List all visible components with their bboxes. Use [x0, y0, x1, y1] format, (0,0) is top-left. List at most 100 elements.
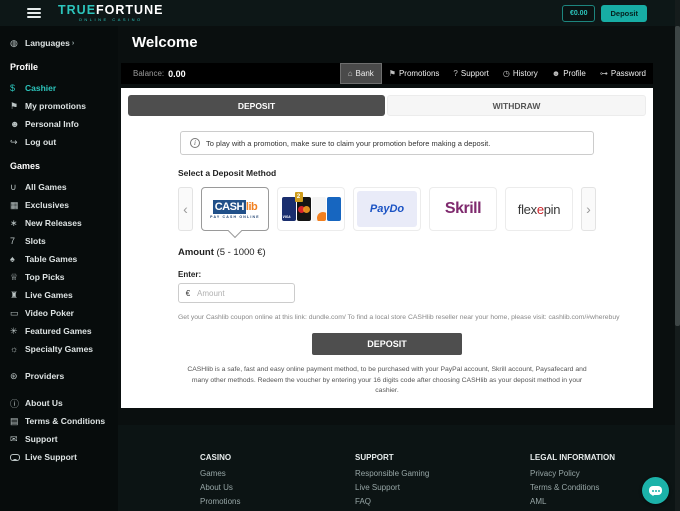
- sidebar-item-terms[interactable]: ▤ Terms & Conditions: [0, 412, 118, 430]
- footer-column-casino: CASINO Games About Us Promotions: [200, 425, 355, 511]
- sidebar-section-games: Games: [0, 161, 118, 175]
- amount-label: Amount: [178, 247, 214, 258]
- footer-link-games[interactable]: Games: [200, 469, 355, 480]
- balance-value: 0.00: [168, 69, 186, 79]
- tab-history[interactable]: ◷ History: [496, 63, 545, 84]
- globe-icon: ◍: [10, 38, 25, 49]
- sidebar-item-live-games[interactable]: ♜ Live Games: [0, 286, 118, 304]
- sidebar-item-cashier[interactable]: $ Cashier: [0, 79, 118, 97]
- tab-support[interactable]: ? Support: [446, 63, 495, 84]
- crown-icon: ♕: [10, 272, 25, 283]
- brand-logo[interactable]: TRUEFORTUNE ONLINE CASINO: [58, 4, 163, 23]
- tab-profile[interactable]: ☻ Profile: [545, 63, 593, 84]
- tab-promotions[interactable]: ⚑ Promotions: [382, 63, 447, 84]
- visa-card-icon: VISA: [282, 197, 296, 221]
- sidebar-item-top-picks[interactable]: ♕ Top Picks: [0, 268, 118, 286]
- credit-cards-logo: VISA 2: [282, 197, 341, 221]
- tab-deposit[interactable]: DEPOSIT: [128, 95, 385, 116]
- sidebar-item-my-promotions[interactable]: ⚑ My promotions: [0, 97, 118, 115]
- clock-icon: ◷: [503, 69, 510, 78]
- footer-heading: SUPPORT: [355, 453, 530, 462]
- sidebar-item-support[interactable]: ✉ Support: [0, 430, 118, 448]
- amount-input[interactable]: [197, 289, 294, 298]
- sidebar-item-about-us[interactable]: ⓘ About Us: [0, 394, 118, 412]
- key-icon: ⊶: [600, 69, 608, 78]
- footer-link-faq[interactable]: FAQ: [355, 497, 530, 508]
- brand-secondary: FORTUNE: [96, 3, 163, 17]
- megaphone-icon: ⚑: [10, 101, 25, 112]
- tab-withdraw[interactable]: WITHDRAW: [387, 95, 646, 116]
- brand-primary: TRUE: [58, 3, 96, 17]
- footer-link-about-us[interactable]: About Us: [200, 483, 355, 494]
- hamburger-menu-icon[interactable]: [27, 6, 41, 20]
- top-bar: TRUEFORTUNE ONLINE CASINO €0.00 Deposit: [0, 0, 680, 26]
- sidebar-item-specialty-games[interactable]: ☼ Specialty Games: [0, 340, 118, 358]
- sparkle-icon: ∗: [10, 218, 25, 229]
- sidebar-item-video-poker[interactable]: ▭ Video Poker: [0, 304, 118, 322]
- sun-icon: ☼: [10, 344, 25, 354]
- chat-bubble-icon: [649, 486, 662, 495]
- footer-heading: CASINO: [200, 453, 355, 462]
- cashier-panel: DEPOSIT WITHDRAW i To play with a promot…: [121, 88, 653, 408]
- horseshoe-icon: ∪: [10, 182, 25, 193]
- sidebar-item-all-games[interactable]: ∪ All Games: [0, 178, 118, 196]
- deposit-topbar-button[interactable]: Deposit: [601, 5, 647, 22]
- footer-link-responsible-gaming[interactable]: Responsible Gaming: [355, 469, 530, 480]
- sidebar-item-personal-info[interactable]: ☻ Personal Info: [0, 115, 118, 133]
- balance-button[interactable]: €0.00: [562, 5, 596, 22]
- sidebar-item-new-releases[interactable]: ∗ New Releases: [0, 214, 118, 232]
- logout-icon: ↪: [10, 137, 25, 148]
- sidebar-item-live-support[interactable]: Live Support: [0, 448, 118, 466]
- brand-tagline: ONLINE CASINO: [58, 18, 163, 22]
- footer-link-live-support[interactable]: Live Support: [355, 483, 530, 494]
- document-icon: ▤: [10, 416, 25, 427]
- bank-icon: ⌂: [348, 69, 353, 78]
- sidebar-item-featured-games[interactable]: ✳ Featured Games: [0, 322, 118, 340]
- envelope-icon: ✉: [10, 434, 25, 445]
- person-icon: ☻: [10, 119, 25, 129]
- amount-input-group: €: [178, 283, 295, 303]
- method-description: CASHlib is a safe, fast and easy online …: [180, 365, 594, 397]
- sidebar-item-providers[interactable]: ⊛ Providers: [0, 367, 118, 385]
- payment-method-flexepin[interactable]: flexepin: [505, 187, 573, 231]
- sidebar-item-slots[interactable]: 7 Slots: [0, 232, 118, 250]
- megaphone-icon: ⚑: [389, 69, 396, 78]
- sidebar-item-exclusives[interactable]: ▦ Exclusives: [0, 196, 118, 214]
- sidebar-item-log-out[interactable]: ↪ Log out: [0, 133, 118, 151]
- cashier-nav-bar: Balance: 0.00 ⌂ Bank ⚑ Promotions ? Supp…: [121, 63, 653, 84]
- cashlib-logo: CASHlib PAY CASH ONLINE: [210, 198, 260, 220]
- footer-link-privacy-policy[interactable]: Privacy Policy: [530, 469, 615, 480]
- amount-heading: Amount (5 - 1000 €): [178, 247, 653, 258]
- footer-link-aml[interactable]: AML: [530, 497, 615, 508]
- card-suit-icon: ♠: [10, 254, 25, 264]
- carousel-right-arrow-icon[interactable]: ›: [581, 187, 596, 231]
- select-method-label: Select a Deposit Method: [178, 168, 653, 178]
- payment-method-skrill[interactable]: Skrill: [429, 187, 497, 231]
- chevron-right-icon: ›: [72, 40, 74, 47]
- live-chat-button[interactable]: [642, 477, 669, 504]
- info-icon: i: [190, 138, 200, 148]
- enter-label: Enter:: [178, 270, 653, 279]
- deposit-submit-button[interactable]: DEPOSIT: [312, 333, 462, 355]
- sidebar-item-table-games[interactable]: ♠ Table Games: [0, 250, 118, 268]
- carousel-left-arrow-icon[interactable]: ‹: [178, 187, 193, 231]
- payment-method-carousel: ‹ CASHlib PAY CASH ONLINE VISA 2 PayD: [178, 184, 653, 234]
- bank-card-icon: [327, 197, 341, 221]
- balance-label: Balance:: [133, 69, 164, 78]
- tab-bank[interactable]: ⌂ Bank: [340, 63, 382, 84]
- sidebar-item-languages[interactable]: ◍ Languages ›: [0, 34, 118, 52]
- footer-link-promotions[interactable]: Promotions: [200, 497, 355, 508]
- badge-icon: ✳: [10, 326, 25, 337]
- skrill-logo: Skrill: [445, 200, 481, 218]
- tab-password[interactable]: ⊶ Password: [593, 63, 653, 84]
- amount-range: (5 - 1000 €): [217, 247, 266, 258]
- scrollbar-thumb[interactable]: [675, 26, 680, 326]
- page-scrollbar[interactable]: [675, 0, 680, 511]
- question-icon: ?: [453, 69, 457, 78]
- coupon-note: Get your Cashlib coupon online at this l…: [178, 314, 653, 321]
- payment-method-cashlib[interactable]: CASHlib PAY CASH ONLINE: [201, 187, 269, 231]
- footer-link-terms[interactable]: Terms & Conditions: [530, 483, 615, 494]
- paydo-logo: PayDo: [357, 191, 417, 227]
- payment-method-credit-cards[interactable]: VISA 2: [277, 187, 345, 231]
- payment-method-paydo[interactable]: PayDo: [353, 187, 421, 231]
